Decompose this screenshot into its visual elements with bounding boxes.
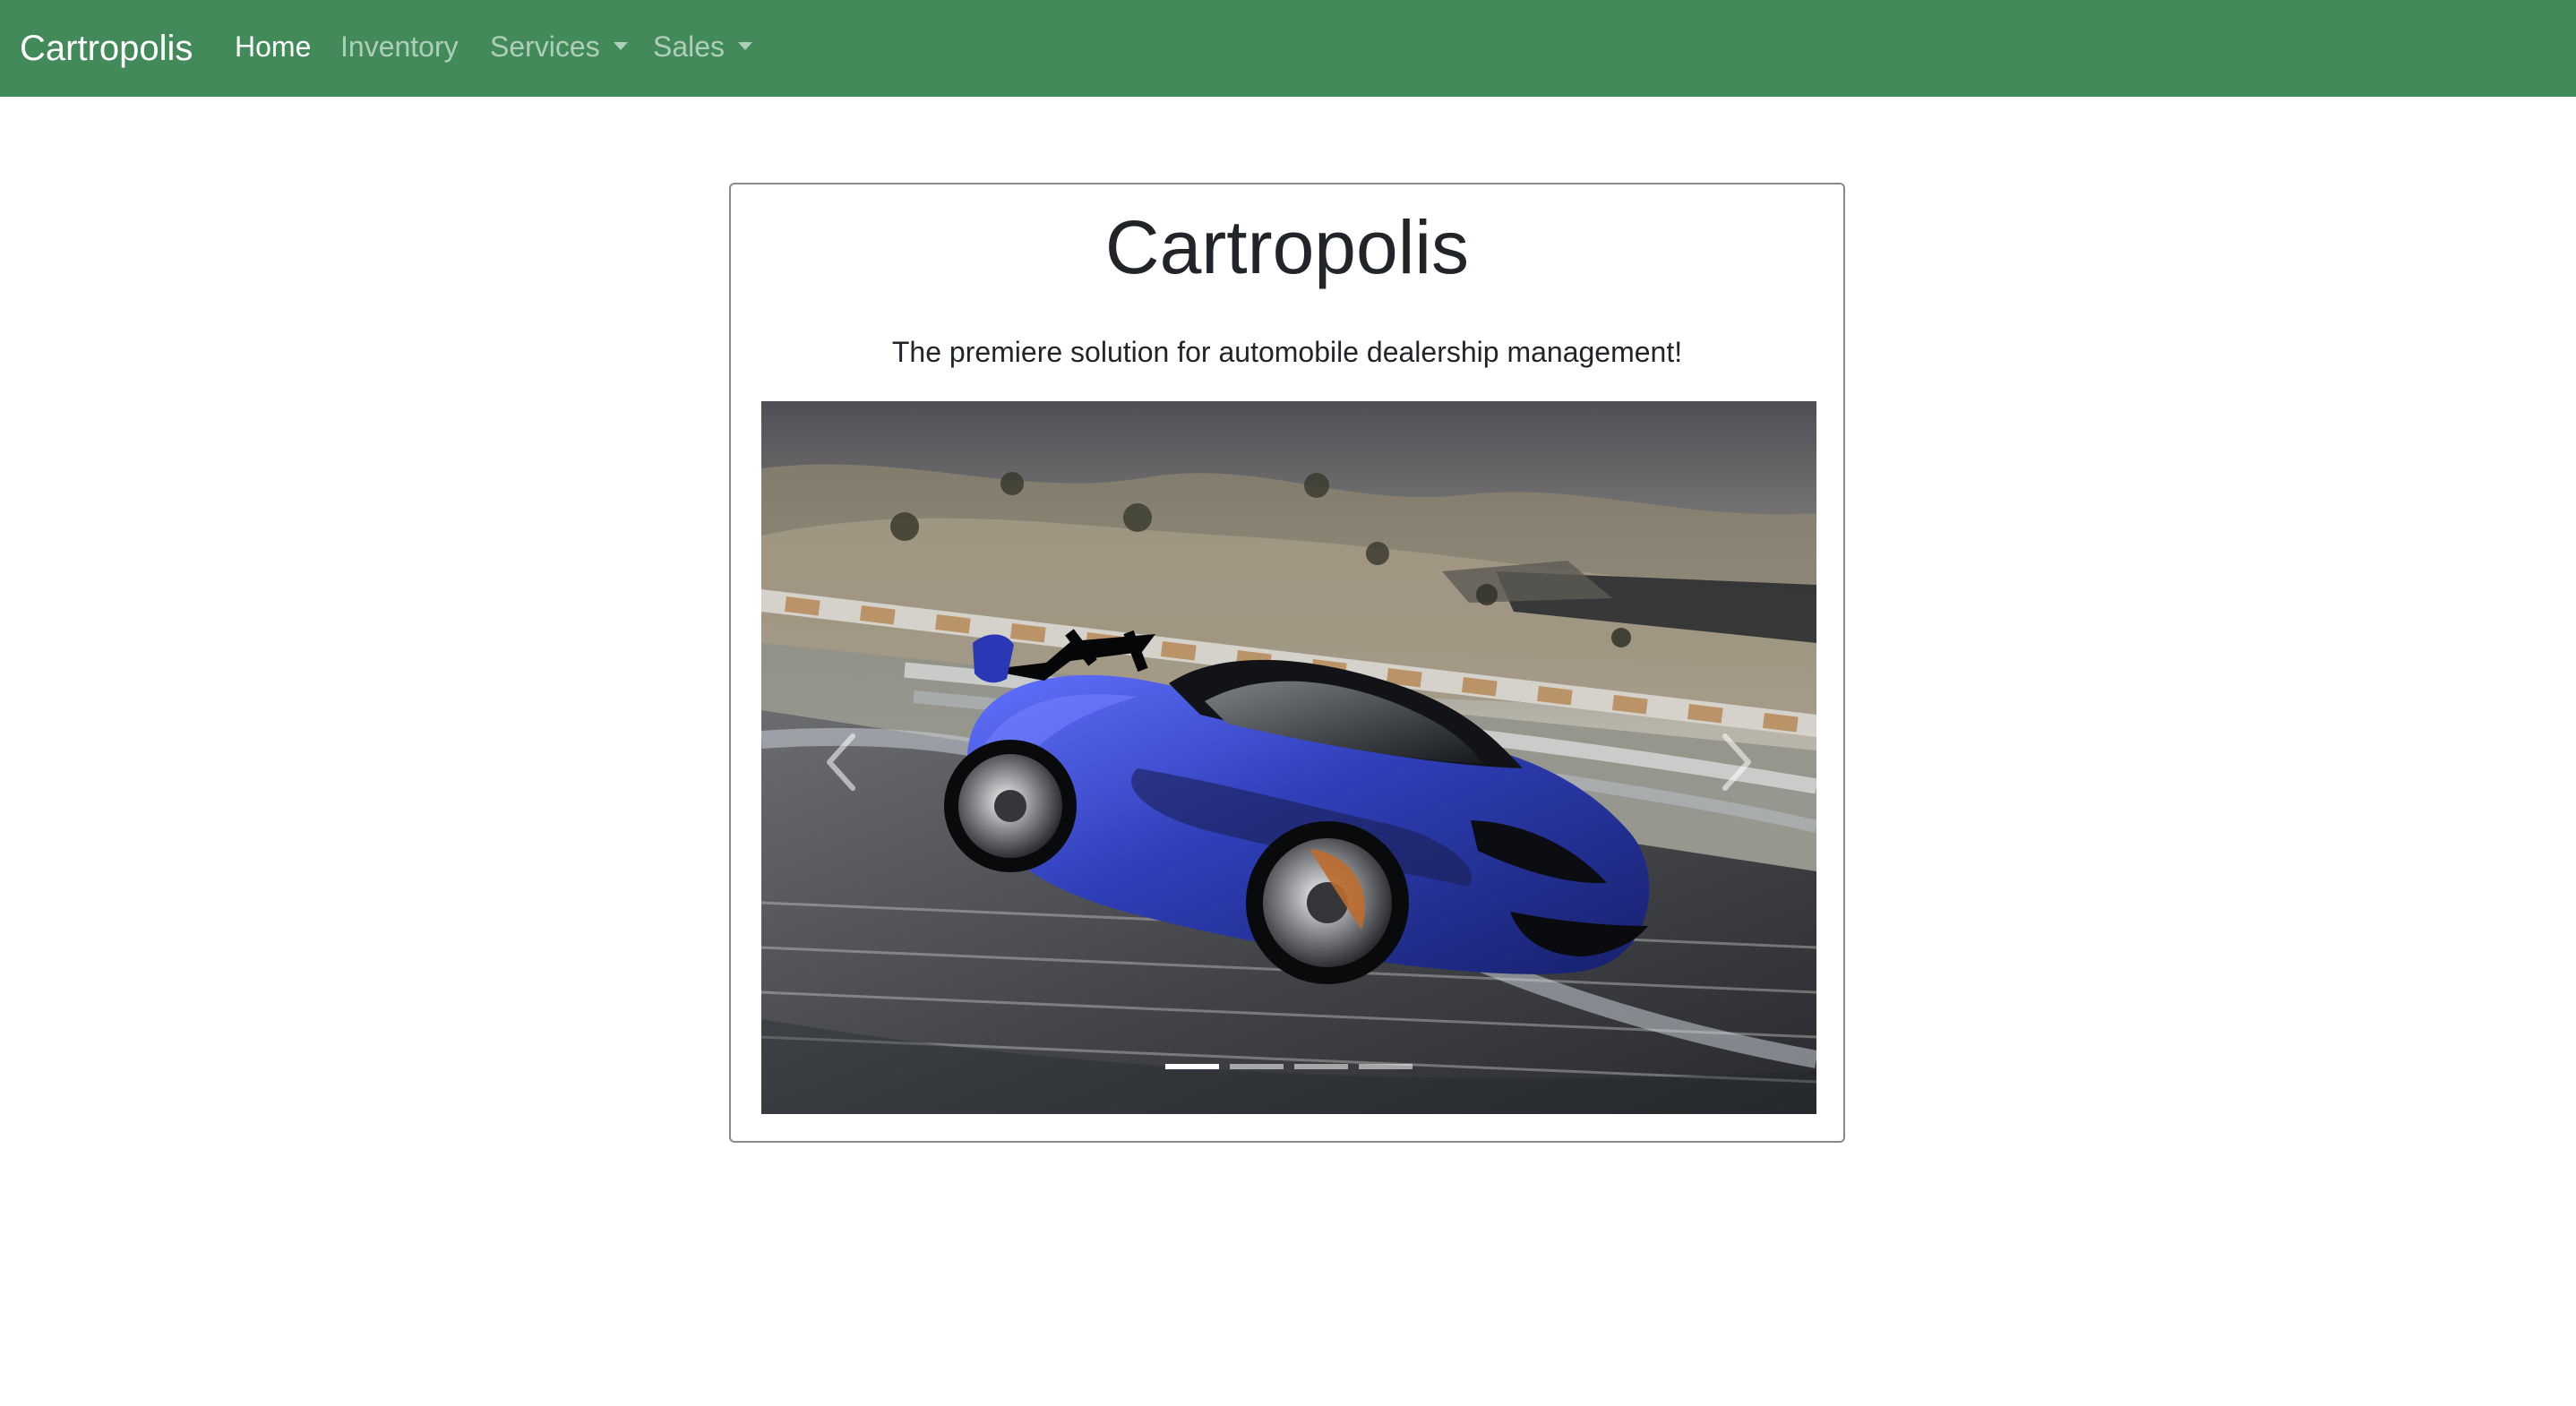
- sales-dropdown[interactable]: Sales: [653, 0, 752, 97]
- chevron-right-icon: [1722, 733, 1751, 791]
- carousel-previous-button[interactable]: [804, 724, 881, 801]
- welcome-card: Cartropolis The premiere solution for au…: [729, 183, 1845, 1143]
- nav-inventory-label: Inventory: [340, 30, 459, 63]
- carousel-indicator-3[interactable]: [1294, 1064, 1348, 1069]
- page-subtitle: The premiere solution for automobile dea…: [891, 336, 1683, 368]
- top-navigation: Cartropolis Home Inventory Services Sale…: [0, 0, 2576, 97]
- services-dropdown-label: Services: [490, 30, 600, 63]
- carousel-indicator-4[interactable]: [1359, 1064, 1413, 1069]
- page-title: Cartropolis: [1104, 205, 1470, 289]
- car-image-carousel: [761, 401, 1816, 1114]
- carousel-next-button[interactable]: [1696, 724, 1773, 801]
- nav-home-label: Home: [235, 30, 312, 63]
- carousel-indicator-2[interactable]: [1230, 1064, 1284, 1069]
- services-dropdown[interactable]: Services: [490, 0, 628, 97]
- caret-down-icon: [613, 42, 628, 51]
- brand-link[interactable]: Cartropolis: [20, 0, 193, 97]
- chevron-left-icon: [827, 733, 855, 791]
- caret-down-icon: [737, 42, 752, 51]
- nav-home-link[interactable]: Home: [235, 0, 311, 97]
- carousel-indicator-1[interactable]: [1165, 1064, 1219, 1069]
- sales-dropdown-label: Sales: [653, 30, 726, 63]
- nav-inventory-link[interactable]: Inventory: [340, 0, 459, 97]
- carousel-indicators: [761, 1064, 1816, 1069]
- blue-sports-car-image: [761, 401, 1816, 1114]
